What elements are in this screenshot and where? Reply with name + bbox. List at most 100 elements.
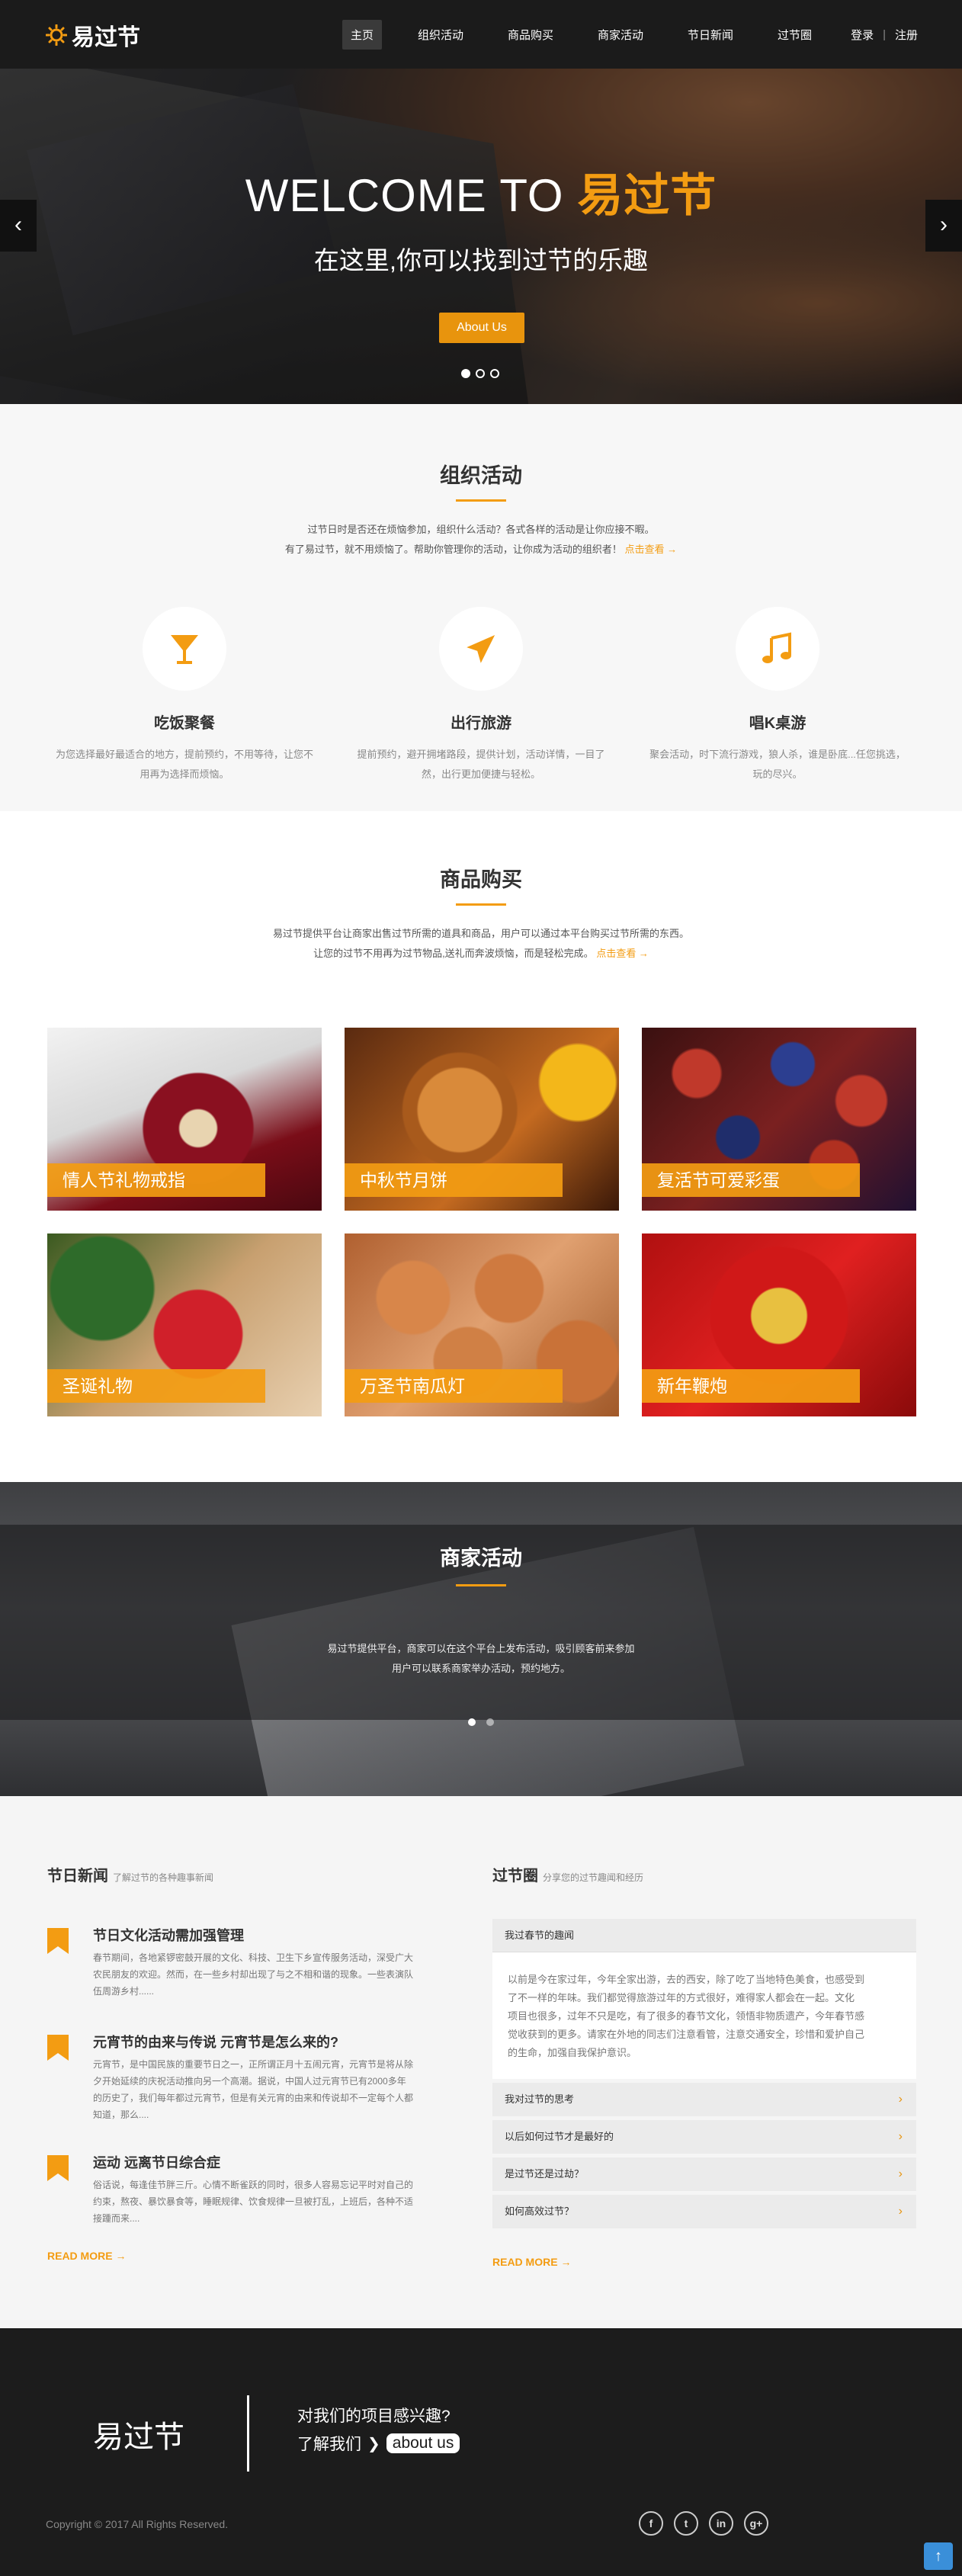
excerpt-line: 夕开始延续的庆祝活动推向另一个高潮。据说，中国人过元宵节已有2000多年	[93, 2076, 406, 2087]
hero-title-prefix: WELCOME TO	[245, 170, 578, 221]
body-line: 项目也很多，过年不只是吃，有了很多的春节文化，领悟非物质遗产，今年春节感	[508, 2010, 865, 2022]
copyright: Copyright © 2017 All Rights Reserved.	[46, 2518, 229, 2530]
section-title: 组织活动	[440, 464, 522, 487]
linkedin-icon[interactable]: in	[709, 2511, 733, 2536]
description-line: 过节日时是否还在烦恼参加，组织什么活动？各式各样的活动是让你应接不暇。	[307, 524, 655, 535]
goods-section: 商品购买 易过节提供平台让商家出售过节所需的道具和商品，用户可以通过本平台购买过…	[0, 811, 962, 1482]
login-link[interactable]: 登录	[851, 27, 874, 43]
news-item[interactable]: 元宵节的由来与传说 元宵节是怎么来的? 元宵节，是中国民族的重要节日之一，正所谓…	[47, 2032, 468, 2122]
chevron-right-icon: ›	[898, 2093, 903, 2106]
carousel-dot[interactable]	[461, 369, 470, 378]
merchant-section: 商家活动 易过节提供平台，商家可以在这个平台上发布活动，吸引顾客前来参加 用户可…	[0, 1482, 962, 1796]
bookmark-icon	[47, 2155, 69, 2181]
carousel-prev-button[interactable]: ‹	[0, 200, 37, 252]
music-note-icon	[762, 632, 791, 663]
carousel-dot[interactable]	[490, 369, 499, 378]
goods-tile-mooncake[interactable]: 中秋节月饼	[345, 1028, 619, 1211]
excerpt-line: 约束，熬夜、暴饮暴食等，睡眠规律、饮食规律一旦被打乱，上班后，各种不适	[93, 2196, 414, 2207]
body-line: 了不一样的年味。我们都觉得旅游过年的方式很好，难得家人都会在一起。文化	[508, 1992, 855, 2003]
footer-divider	[247, 2395, 249, 2472]
learn-label: 了解我们	[297, 2436, 361, 2453]
accordion-item-label: 以后如何过节才是最好的	[505, 2131, 614, 2142]
tile-caption: 情人节礼物戒指	[47, 1163, 265, 1197]
news-item[interactable]: 节日文化活动需加强管理 春节期间，各地紧锣密鼓开展的文化、科技、卫生下乡宣传服务…	[47, 1925, 468, 2001]
feature-icon-circle	[736, 607, 819, 691]
circle-read-more-link[interactable]: READ MORE →	[492, 2256, 916, 2268]
accordion-item[interactable]: 如何高效过节？ ›	[492, 2195, 916, 2228]
excerpt-line: 春节期间，各地紧锣密鼓开展的文化、科技、卫生下乡宣传服务活动，深受广大	[93, 1952, 414, 1963]
chevron-right-icon: ›	[898, 2167, 903, 2180]
site-footer: 易过节 对我们的项目感兴趣? 了解我们 ❯ about us Copyright…	[0, 2328, 962, 2576]
circle-heading: 过节圈 分享您的过节趣闻和经历	[492, 1863, 916, 1885]
merchant-carousel-indicators	[468, 1718, 505, 1726]
news-read-more-link[interactable]: READ MORE →	[47, 2250, 468, 2262]
circle-title: 过节圈	[492, 1868, 538, 1885]
about-us-pill[interactable]: about us	[386, 2433, 460, 2453]
description-line: 有了易过节，就不用烦恼了。帮助你管理你的活动，让你成为活动的组织者！ 点击查看 …	[0, 540, 962, 560]
accordion-item-label: 如何高效过节？	[505, 2205, 575, 2217]
goods-tile-firecrackers[interactable]: 新年鞭炮	[642, 1233, 916, 1416]
nav-item-home[interactable]: 主页	[342, 20, 382, 50]
goods-tile-ring[interactable]: 情人节礼物戒指	[47, 1028, 322, 1211]
view-more-link[interactable]: 点击查看 →	[625, 544, 678, 555]
nav-item-goods[interactable]: 商品购买	[499, 20, 562, 50]
section-description: 易过节提供平台，商家可以在这个平台上发布活动，吸引顾客前来参加 用户可以联系商家…	[0, 1639, 962, 1679]
description-text: 让您的过节不用再为过节物品,送礼而奔波烦恼，而是轻松完成。	[313, 948, 594, 959]
carousel-dot[interactable]	[476, 369, 485, 378]
carousel-next-button[interactable]: ›	[925, 200, 962, 252]
view-more-link[interactable]: 点击查看 →	[596, 948, 649, 959]
auth-links: 登录 | 注册	[851, 27, 918, 43]
tile-caption: 新年鞭炮	[642, 1369, 860, 1403]
news-item-title[interactable]: 运动 远离节日综合症	[93, 2152, 468, 2172]
about-us-button[interactable]: About Us	[439, 313, 524, 343]
section-description: 过节日时是否还在烦恼参加，组织什么活动？各式各样的活动是让你应接不暇。 有了易过…	[0, 520, 962, 560]
news-item[interactable]: 运动 远离节日综合症 俗话说，每逢佳节胖三斤。心情不断雀跃的同时，很多人容易忘记…	[47, 2152, 468, 2228]
register-link[interactable]: 注册	[895, 27, 918, 43]
nav-item-circle[interactable]: 过节圈	[769, 20, 820, 50]
feature-text: 为您选择最好最适合的地方，提前预约，不用等待，让您不用再为选择而烦恼。	[55, 749, 313, 780]
tile-caption: 万圣节南瓜灯	[345, 1369, 563, 1403]
feature-title: 出行旅游	[451, 715, 511, 732]
nav-item-merchant[interactable]: 商家活动	[589, 20, 652, 50]
circle-accordion: 我过春节的趣闻 以前是今在家过年，今年全家出游，去的西安，除了吃了当地特色美食，…	[492, 1919, 916, 2228]
tile-caption: 中秋节月饼	[345, 1163, 563, 1197]
title-underline	[456, 499, 506, 502]
accordion-header[interactable]: 我过春节的趣闻	[492, 1919, 916, 1952]
carousel-dot[interactable]	[486, 1718, 494, 1726]
news-item-title[interactable]: 元宵节的由来与传说 元宵节是怎么来的?	[93, 2032, 468, 2051]
title-underline	[456, 903, 506, 906]
accordion-item[interactable]: 以后如何过节才是最好的 ›	[492, 2120, 916, 2154]
goods-tile-pumpkins[interactable]: 万圣节南瓜灯	[345, 1233, 619, 1416]
goods-tile-christmas[interactable]: 圣诞礼物	[47, 1233, 322, 1416]
news-item-title[interactable]: 节日文化活动需加强管理	[93, 1925, 468, 1945]
chevron-right-icon: ›	[940, 212, 948, 237]
description-line: 用户可以联系商家举办活动，预约地方。	[391, 1663, 570, 1674]
feature-dining: 吃饭聚餐 为您选择最好最适合的地方，提前预约，不用等待，让您不用再为选择而烦恼。	[47, 607, 322, 784]
excerpt-line: 元宵节，是中国民族的重要节日之一，正所谓正月十五闹元宵，元宵节是将从除	[93, 2059, 414, 2070]
body-line: 觉收获到的更多。请家在外地的同志们注意看管，注意交通安全，珍惜和爱护自己	[508, 2029, 865, 2040]
logo-text: 易过节	[72, 25, 140, 50]
footer-logo[interactable]: 易过节	[93, 2412, 184, 2456]
sun-icon	[46, 24, 67, 46]
nav-item-news[interactable]: 节日新闻	[679, 20, 742, 50]
chevron-right-icon: ❯	[367, 2435, 380, 2452]
site-logo[interactable]: 易过节	[46, 18, 140, 52]
google-plus-icon[interactable]: g+	[744, 2511, 768, 2536]
accordion-item[interactable]: 我对过节的思考 ›	[492, 2083, 916, 2116]
accordion-item[interactable]: 是过节还是过劫？ ›	[492, 2157, 916, 2191]
section-title: 商家活动	[440, 1547, 522, 1570]
facebook-icon[interactable]: f	[639, 2511, 663, 2536]
back-to-top-button[interactable]: ↑	[924, 2542, 953, 2570]
learn-more-link[interactable]: 了解我们 ❯ about us	[297, 2432, 460, 2455]
twitter-icon[interactable]: t	[674, 2511, 698, 2536]
accordion-item-label: 是过节还是过劫？	[505, 2168, 585, 2180]
excerpt-line: 接踵而来....	[93, 2213, 140, 2224]
footer-question: 对我们的项目感兴趣?	[297, 2408, 451, 2425]
goods-tile-easter-eggs[interactable]: 复活节可爱彩蛋	[642, 1028, 916, 1211]
feature-title: 唱K桌游	[749, 715, 806, 732]
feature-text: 提前预约，避开拥堵路段，提供计划，活动详情，一目了然，出行更加便捷与轻松。	[357, 749, 605, 780]
accordion-open-panel: 我过春节的趣闻 以前是今在家过年，今年全家出游，去的西安，除了吃了当地特色美食，…	[492, 1919, 916, 2079]
carousel-dot[interactable]	[468, 1718, 476, 1726]
nav-item-activities[interactable]: 组织活动	[409, 20, 472, 50]
accordion-body: 以前是今在家过年，今年全家出游，去的西安，除了吃了当地特色美食，也感受到 了不一…	[492, 1952, 916, 2079]
